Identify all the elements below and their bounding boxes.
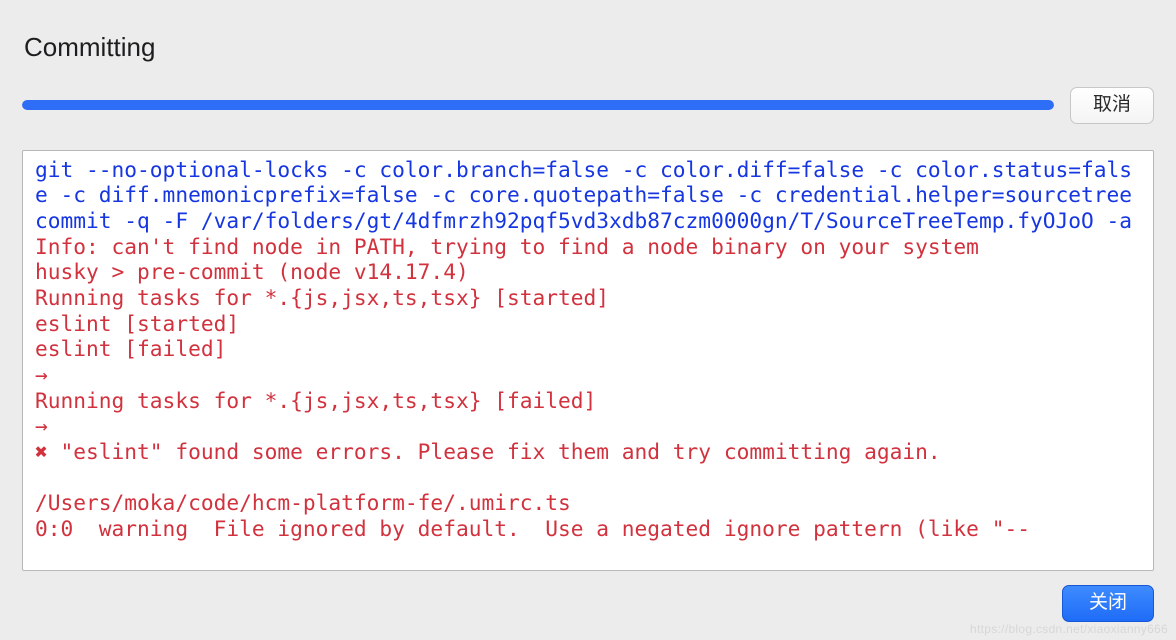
footer: 关闭	[22, 585, 1154, 622]
console-command: git --no-optional-locks -c color.branch=…	[35, 157, 1145, 233]
console-error: Info: can't find node in PATH, trying to…	[35, 234, 1030, 541]
progress-bar-fill	[22, 100, 1054, 110]
cancel-button[interactable]: 取消	[1070, 87, 1154, 124]
progress-bar	[22, 100, 1054, 110]
dialog-title: Committing	[24, 32, 1154, 63]
watermark: https://blog.csdn.net/xiaoxianny666	[970, 622, 1168, 636]
console-output: git --no-optional-locks -c color.branch=…	[22, 150, 1154, 571]
close-button[interactable]: 关闭	[1062, 585, 1154, 622]
progress-row: 取消	[22, 87, 1154, 124]
